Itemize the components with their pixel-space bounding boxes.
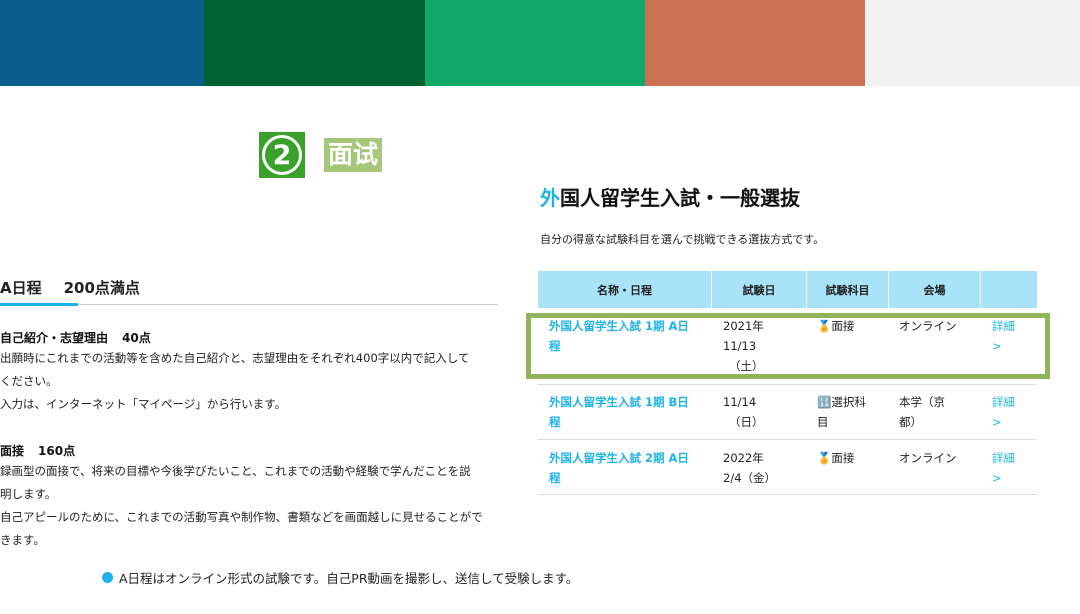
row-divider: [538, 494, 1037, 495]
detail-link[interactable]: 詳細 >: [992, 448, 1015, 488]
exam-name-link[interactable]: 外国人留学生入試 1期 B日 程: [549, 392, 689, 432]
section-points: 40点: [122, 331, 151, 345]
chevron-right-icon: >: [992, 415, 1002, 429]
color-swatch: [865, 0, 1080, 86]
table-header-venue: 会場: [889, 271, 980, 308]
step-number: 2: [262, 135, 302, 175]
body-text: 出願時にこれまでの活動等を含めた自己紹介と、志望理由をそれぞれ400字以内で記入…: [0, 351, 470, 365]
body-text: 録画型の面接で、将来の目標や今後学びたいこと、これまでの活動や経験で学んだことを…: [0, 464, 471, 478]
color-swatch-bar: [0, 0, 1080, 86]
section-title-text: 面接: [0, 444, 25, 458]
schedule-a-label: A日程: [0, 279, 42, 297]
color-swatch: [204, 0, 425, 86]
step-number-badge: 2: [259, 132, 305, 178]
section-title-interview: 面接 160点: [0, 442, 75, 459]
color-swatch: [425, 0, 645, 86]
exam-date-line: 2022年: [723, 451, 764, 465]
body-text: ください。: [0, 374, 58, 388]
color-swatch: [0, 0, 204, 86]
exam-name-line: 外国人留学生入試 1期 B日: [549, 395, 689, 409]
section-title-self-intro: 自己紹介・志望理由 40点: [0, 329, 151, 346]
exam-venue-line: 本学（京: [899, 395, 945, 409]
exam-name-line: 程: [549, 415, 561, 429]
step-title: 面试: [324, 138, 383, 172]
exam-subject-line: 目: [817, 415, 829, 429]
exam-subject-line: 🏅面接: [817, 451, 855, 465]
exam-date-line: 2/4（金）: [723, 471, 777, 485]
schedule-a-heading: A日程 200点満点: [0, 277, 140, 298]
table-header-subject: 試験科目: [807, 271, 888, 308]
exam-venue: オンライン: [899, 448, 957, 468]
note-text: A日程はオンライン形式の試験です。自己PR動画を撮影し、送信して受験します。: [119, 571, 579, 586]
section-description: 自分の得意な試験科目を選んで挑戦できる選抜方式です。: [540, 233, 825, 246]
detail-link-label: 詳細: [992, 451, 1015, 465]
exam-date-line: （日）: [729, 415, 764, 429]
section-points: 160点: [38, 444, 76, 458]
heading-divider-accent: [0, 303, 78, 306]
exam-date: 11/14 （日）: [723, 392, 764, 432]
exam-subject: 🔢選択科 目: [817, 392, 866, 432]
highlight-frame: [526, 313, 1050, 379]
exam-date-line: 11/14: [723, 395, 757, 409]
chevron-right-icon: >: [992, 471, 1002, 485]
detail-link[interactable]: 詳細 >: [992, 392, 1015, 432]
section-title-rest: 国人留学生入試・一般選抜: [560, 186, 800, 210]
exam-name-line: 程: [549, 471, 561, 485]
exam-venue: 本学（京 都）: [899, 392, 945, 432]
body-text: 入力は、インターネット「マイページ」から行います。: [0, 397, 287, 411]
row-divider: [538, 384, 1037, 385]
color-swatch: [645, 0, 865, 86]
table-header-date: 試験日: [712, 271, 806, 308]
exam-subject-line: 🔢選択科: [817, 395, 866, 409]
bullet-dot-icon: [102, 572, 113, 583]
total-points-label: 200点満点: [63, 279, 140, 297]
body-text: 自己アピールのために、これまでの活動写真や制作物、書類などを画面越しに見せること…: [0, 510, 483, 524]
section-title-first-char: 外: [540, 186, 560, 210]
note: A日程はオンライン形式の試験です。自己PR動画を撮影し、送信して受験します。: [102, 568, 578, 587]
table-header-detail: [981, 271, 1037, 308]
exam-subject: 🏅面接: [817, 448, 854, 468]
section-title: 外国人留学生入試・一般選抜: [540, 182, 800, 211]
exam-date: 2022年 2/4（金）: [723, 448, 776, 488]
exam-name-link[interactable]: 外国人留学生入試 2期 A日 程: [549, 448, 689, 488]
exam-venue-line: オンライン: [899, 451, 957, 465]
body-text: 明します。: [0, 487, 57, 501]
body-text: きます。: [0, 533, 45, 547]
detail-link-label: 詳細: [992, 395, 1015, 409]
table-header-name: 名称・日程: [538, 271, 711, 308]
exam-venue-line: 都）: [899, 415, 922, 429]
section-title-text: 自己紹介・志望理由: [0, 331, 109, 345]
row-divider: [538, 439, 1037, 440]
exam-name-line: 外国人留学生入試 2期 A日: [549, 451, 689, 465]
